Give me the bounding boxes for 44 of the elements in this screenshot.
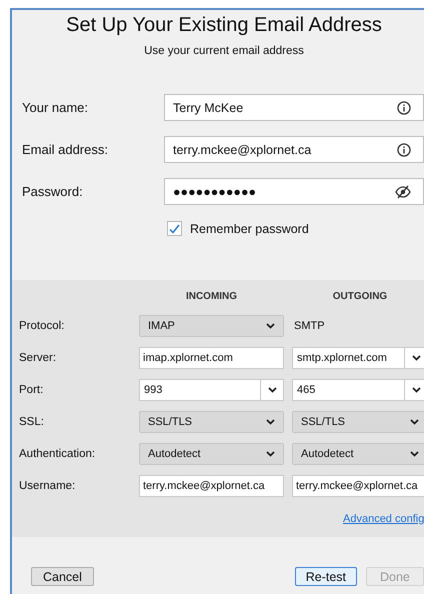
dialog-title: Set Up Your Existing Email Address: [65, 13, 383, 36]
combo-field[interactable]: smtp.xplornet.com: [292, 347, 424, 369]
chevron-down-icon: [268, 387, 276, 393]
dialog-button[interactable]: Cancel: [31, 567, 94, 586]
dropdown[interactable]: SSL/TLS: [139, 411, 284, 433]
chevron-down-icon: [266, 451, 275, 457]
row-label: Username:: [19, 480, 76, 492]
input-field[interactable]: terry.mckee@xplornet.ca: [164, 136, 424, 163]
field-label: Your name:: [22, 100, 90, 115]
dropdown[interactable]: Autodetect: [292, 443, 424, 465]
info-icon: [397, 100, 411, 114]
input-field[interactable]: Terry McKee: [164, 94, 424, 121]
row-label: Authentication:: [19, 448, 96, 460]
field-label: Email address:: [22, 142, 109, 157]
dropdown[interactable]: IMAP: [139, 315, 284, 337]
row-label: SSL:: [19, 416, 45, 428]
column-header: OUTGOING: [332, 291, 388, 304]
checkbox[interactable]: [167, 221, 182, 236]
input-field[interactable]: terry.mckee@xplornet.ca: [139, 475, 284, 497]
protocol-text: SMTP: [293, 319, 326, 334]
combo-field[interactable]: 465: [292, 379, 424, 401]
input-field[interactable]: imap.xplornet.com: [139, 347, 284, 369]
info-icon: [397, 142, 411, 156]
chevron-down-icon: [266, 323, 275, 329]
chevron-down-icon: [410, 451, 419, 457]
dropdown[interactable]: Autodetect: [139, 443, 284, 465]
dialog-subtitle: Use your current email address: [143, 45, 305, 57]
chevron-down-icon: [412, 387, 420, 393]
chevron-down-icon: [412, 355, 420, 361]
chevron-down-icon: [266, 419, 275, 425]
dropdown[interactable]: SSL/TLS: [292, 411, 424, 433]
password-field[interactable]: ●●●●●●●●●●●: [164, 178, 424, 205]
combo-field[interactable]: 993: [139, 379, 284, 401]
checkbox-label: Remember password: [190, 222, 309, 236]
field-label: Password:: [22, 184, 84, 199]
row-label: Protocol:: [19, 320, 66, 332]
eye-slash-icon[interactable]: [395, 184, 411, 198]
column-header: INCOMING: [184, 291, 238, 304]
row-label: Port:: [19, 384, 44, 396]
row-label: Server:: [19, 352, 58, 364]
advanced-config-link[interactable]: Advanced config: [343, 513, 424, 525]
input-field[interactable]: terry.mckee@xplornet.ca: [292, 475, 424, 497]
chevron-down-icon: [410, 419, 419, 425]
dialog-button[interactable]: Re-test: [294, 567, 357, 586]
